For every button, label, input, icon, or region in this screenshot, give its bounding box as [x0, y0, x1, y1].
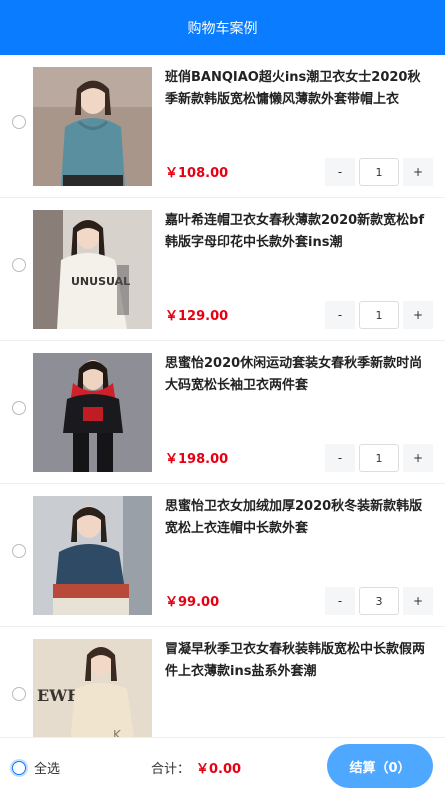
product-image[interactable]: EWE K: [33, 639, 152, 737]
page-title: 购物车案例: [187, 20, 258, 37]
product-price: ￥198.00: [165, 452, 229, 467]
decrement-button[interactable]: -: [325, 587, 355, 615]
cart-item: 班俏BANQIAO超火ins潮卫衣女士2020秋季新款韩版宽松慵懒风薄款外套带帽…: [0, 55, 445, 198]
total-summary: 合计： ￥0.00: [151, 758, 241, 777]
increment-button[interactable]: +: [403, 587, 433, 615]
total-amount: ￥0.00: [196, 762, 242, 777]
product-price: ￥108.00: [165, 166, 229, 181]
increment-button[interactable]: +: [403, 158, 433, 186]
product-title[interactable]: 思蜜怡2020休闲运动套装女春秋季新款时尚大码宽松长袖卫衣两件套: [165, 353, 430, 397]
product-image[interactable]: [33, 496, 152, 615]
decrement-button[interactable]: -: [325, 158, 355, 186]
quantity-input[interactable]: 3: [359, 587, 399, 615]
quantity-stepper: - 1 +: [325, 158, 433, 186]
increment-button[interactable]: +: [403, 444, 433, 472]
quantity-stepper: - 3 +: [325, 587, 433, 615]
product-image[interactable]: UNUSUAL: [33, 210, 152, 329]
quantity-input[interactable]: 1: [359, 301, 399, 329]
cart-list[interactable]: 班俏BANQIAO超火ins潮卫衣女士2020秋季新款韩版宽松慵懒风薄款外套带帽…: [0, 55, 445, 737]
decrement-button[interactable]: -: [325, 301, 355, 329]
product-price: ￥129.00: [165, 309, 229, 324]
product-price: ￥99.00: [165, 595, 220, 610]
increment-button[interactable]: +: [403, 301, 433, 329]
quantity-stepper: - 1 +: [325, 444, 433, 472]
cart-item: 思蜜怡卫衣女加绒加厚2020秋冬装新款韩版宽松上衣连帽中长款外套 ￥99.00 …: [0, 484, 445, 627]
item-select-radio[interactable]: [12, 258, 26, 272]
select-all-radio[interactable]: [12, 760, 26, 775]
checkout-button[interactable]: 结算（0）: [327, 744, 433, 788]
total-label: 合计：: [151, 762, 191, 777]
decrement-button[interactable]: -: [325, 444, 355, 472]
quantity-input[interactable]: 1: [359, 444, 399, 472]
quantity-stepper: - 1 +: [325, 301, 433, 329]
product-title[interactable]: 冒凝早秋季卫衣女春秋装韩版宽松中长款假两件上衣薄款ins盐系外套潮: [165, 639, 430, 683]
product-image[interactable]: [33, 353, 152, 472]
svg-text:EWE: EWE: [37, 686, 79, 705]
product-title[interactable]: 思蜜怡卫衣女加绒加厚2020秋冬装新款韩版宽松上衣连帽中长款外套: [165, 496, 430, 540]
cart-item: EWE K 冒凝早秋季卫衣女春秋装韩版宽松中长款假两件上衣薄款ins盐系外套潮: [0, 627, 445, 737]
cart-item: UNUSUAL 嘉叶希连帽卫衣女春秋薄款2020新款宽松bf韩版字母印花中长款外…: [0, 198, 445, 341]
product-image[interactable]: [33, 67, 152, 186]
cart-item: 思蜜怡2020休闲运动套装女春秋季新款时尚大码宽松长袖卫衣两件套 ￥198.00…: [0, 341, 445, 484]
item-select-radio[interactable]: [12, 544, 26, 558]
product-title[interactable]: 班俏BANQIAO超火ins潮卫衣女士2020秋季新款韩版宽松慵懒风薄款外套带帽…: [165, 67, 430, 111]
product-title[interactable]: 嘉叶希连帽卫衣女春秋薄款2020新款宽松bf韩版字母印花中长款外套ins潮: [165, 210, 430, 254]
svg-text:K: K: [113, 728, 122, 737]
select-all-toggle[interactable]: 全选: [12, 758, 60, 777]
item-select-radio[interactable]: [12, 401, 26, 415]
quantity-input[interactable]: 1: [359, 158, 399, 186]
app-header: 购物车案例: [0, 0, 445, 55]
select-all-label: 全选: [34, 762, 61, 777]
item-select-radio[interactable]: [12, 115, 26, 129]
item-select-radio[interactable]: [12, 687, 26, 701]
cart-footer: 全选 合计： ￥0.00 结算（0）: [0, 737, 445, 793]
